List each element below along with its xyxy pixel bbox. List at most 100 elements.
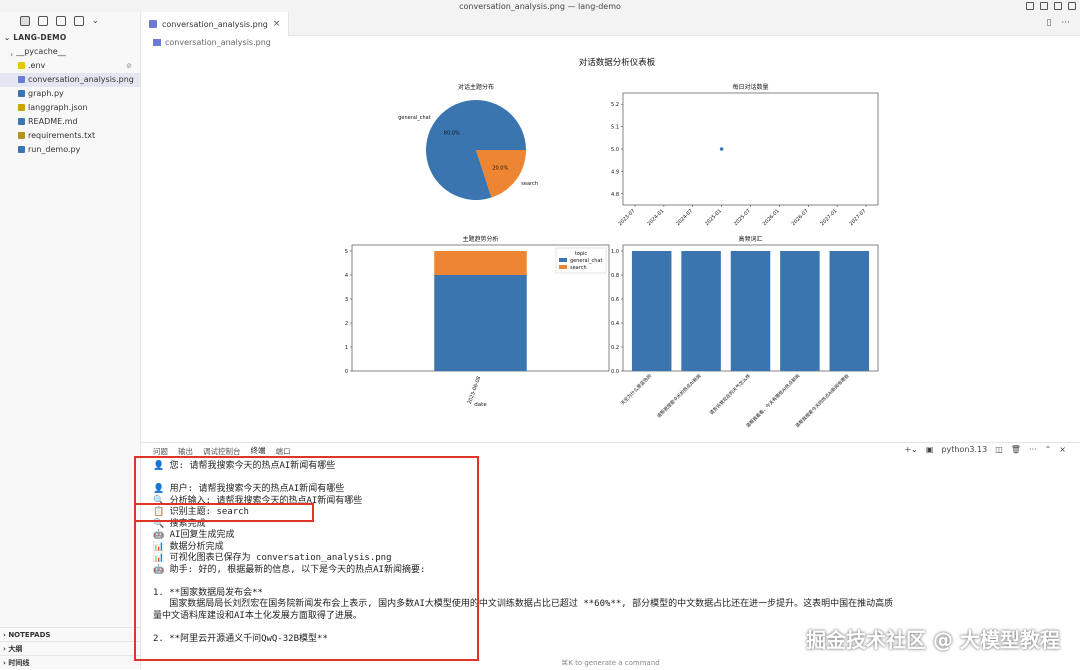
layout-controls: [1026, 0, 1076, 12]
trash-icon[interactable]: 🗑: [1011, 445, 1021, 454]
file-icon: [18, 118, 25, 125]
plot-frame: [622, 92, 879, 206]
y-tick-label: 4.8: [611, 192, 619, 198]
x-tick-label: 天空为什么是蓝色的: [619, 372, 653, 406]
sidebar-section[interactable]: › 时间线: [0, 655, 141, 669]
shell-name[interactable]: python3.13: [941, 445, 987, 454]
file-item[interactable]: run_demo.py: [0, 143, 140, 157]
tab-conversation-analysis[interactable]: conversation_analysis.png ×: [141, 12, 290, 36]
x-tick-label: 2023-07: [617, 208, 636, 227]
editor-actions: ▯ ···: [1046, 18, 1070, 28]
y-tick-label: 4: [345, 273, 348, 279]
highlight-box-terminal: [134, 456, 479, 661]
bottom-panel: 问题 输出 调试控制台 终端 端口 +⌄ ▣ python3.13 ◫ 🗑 ··· ⌃ …: [134, 442, 1080, 669]
chart-title: 高频词汇: [738, 235, 762, 243]
x-tick-label: 2027-01: [820, 208, 839, 227]
add-terminal-icon[interactable]: +⌄: [904, 445, 917, 454]
file-label: __pycache__: [16, 47, 66, 56]
chevron-right-icon: ›: [10, 50, 14, 59]
y-tick-label: 5.2: [611, 102, 619, 108]
chevron-up-icon[interactable]: ⌃: [1045, 445, 1052, 454]
file-item[interactable]: graph.py: [0, 87, 140, 101]
toggle-panel-icon[interactable]: [1040, 2, 1048, 10]
panel-tab[interactable]: 问题: [153, 446, 168, 457]
explorer-icon[interactable]: [20, 15, 30, 26]
source-control-icon[interactable]: [56, 15, 66, 26]
panel-tab[interactable]: 端口: [276, 446, 291, 457]
sidebar-bottom-sections: › NOTEPADS › 大纲 › 时间线: [0, 627, 141, 669]
file-tree: › __pycache__ .env ⊘ conversation_analysis.p…: [0, 45, 140, 157]
chart-title: 每日对话数量: [732, 83, 768, 91]
y-tick-label: 0.0: [611, 369, 619, 375]
sidebar-section-label: NOTEPADS: [8, 631, 51, 639]
generate-command-hint[interactable]: ⌘K to generate a command: [141, 659, 1080, 667]
split-editor-icon[interactable]: ▯: [1046, 18, 1051, 28]
y-tick-label: 5.1: [611, 125, 619, 131]
watermark: 掘金技术社区 @ 大模型教程: [806, 628, 1060, 652]
y-tick-label: 5.0: [611, 147, 619, 153]
file-item[interactable]: conversation_analysis.png: [0, 73, 140, 87]
more-actions-icon[interactable]: ···: [1061, 18, 1070, 28]
breadcrumb: conversation_analysis.png: [141, 36, 1080, 50]
split-terminal-icon[interactable]: ◫: [995, 445, 1003, 454]
legend-label: search: [570, 265, 587, 271]
tab-bar: conversation_analysis.png ×: [141, 12, 1080, 36]
file-item[interactable]: langgraph.json: [0, 101, 140, 115]
legend-title: topic: [575, 251, 588, 257]
activity-bar: ⌄: [0, 12, 140, 30]
x-tick-label: 请帮我搜索今天的热点AI新闻有哪些: [794, 372, 851, 429]
file-label: README.md: [28, 117, 78, 126]
y-tick-label: 0.4: [611, 321, 619, 327]
y-tick-label: 0.6: [611, 297, 619, 303]
file-label: graph.py: [28, 89, 64, 98]
panel-tab[interactable]: 调试控制台: [203, 446, 241, 457]
file-icon: [18, 104, 25, 111]
file-item[interactable]: README.md: [0, 115, 140, 129]
y-tick-label: 5: [345, 249, 348, 255]
settings-gear-icon[interactable]: [1068, 2, 1076, 10]
file-icon: [18, 90, 25, 97]
file-item[interactable]: requirements.txt: [0, 129, 140, 143]
x-tick-label: 2026-01: [762, 208, 781, 227]
file-item[interactable]: › __pycache__: [0, 45, 140, 59]
sidebar-section-label: 时间线: [8, 659, 30, 667]
file-icon: [18, 62, 25, 69]
file-item[interactable]: .env ⊘: [0, 59, 140, 73]
y-tick-label: 1: [345, 345, 348, 351]
window-title: conversation_analysis.png — lang-demo: [459, 1, 621, 11]
settings-icon[interactable]: [74, 15, 84, 26]
project-header[interactable]: ⌄ LANG-DEMO: [0, 30, 140, 45]
file-icon: [18, 132, 25, 139]
y-tick-label: 0.2: [611, 345, 619, 351]
more-actions-icon[interactable]: ···: [1029, 445, 1037, 454]
dashboard-image: 对话数据分析仪表板对话主题分布 80.0% general_chat 20.0% sea…: [345, 57, 879, 429]
terminal-shell-icon: ▣: [925, 445, 934, 454]
bar: [631, 251, 672, 371]
ignored-badge: ⊘: [126, 62, 132, 70]
x-tick-label: 2024-07: [675, 208, 694, 227]
panel-tab[interactable]: 输出: [178, 446, 193, 457]
toggle-sidebar-icon[interactable]: [1026, 2, 1034, 10]
explorer-sidebar: ⌄ ⌄ LANG-DEMO › __pycache__ .env ⊘ conversat…: [0, 12, 141, 669]
breadcrumb-file[interactable]: conversation_analysis.png: [165, 38, 271, 47]
chart-title: 主题趋势分析: [462, 235, 498, 243]
file-label: run_demo.py: [28, 145, 81, 154]
sidebar-section[interactable]: › NOTEPADS: [0, 627, 141, 641]
y-tick-label: 2: [345, 321, 348, 327]
x-tick-label: 2027-07: [848, 208, 867, 227]
bar: [829, 251, 870, 371]
chevron-down-icon[interactable]: ⌄: [92, 16, 99, 25]
search-icon[interactable]: [38, 15, 48, 26]
extensions-icon[interactable]: [1054, 2, 1062, 10]
panel-actions: +⌄ ▣ python3.13 ◫ 🗑 ··· ⌃ ×: [904, 445, 1066, 454]
stacked-bar-segment: [434, 251, 527, 275]
y-tick-label: 0: [345, 369, 348, 375]
sidebar-section[interactable]: › 大纲: [0, 641, 141, 655]
bar: [730, 251, 771, 371]
file-icon: [18, 146, 25, 153]
y-tick-label: 3: [345, 297, 348, 303]
close-icon[interactable]: ×: [273, 19, 281, 29]
legend-swatch: [559, 265, 567, 269]
close-panel-icon[interactable]: ×: [1059, 445, 1066, 454]
x-tick-label: 请帮我搜索今天的热点AI新闻: [655, 372, 702, 419]
